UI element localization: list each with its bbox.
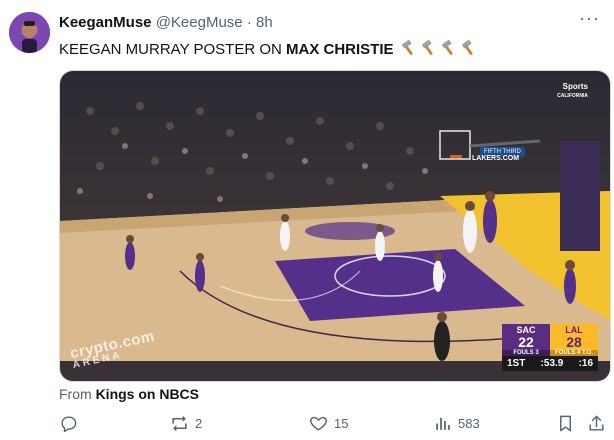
more-options-button[interactable]: ··· — [579, 8, 600, 29]
hammer-icon — [460, 39, 478, 61]
like-count: 15 — [334, 416, 349, 431]
scoreboard-fouls: FOULS 3 FOULS 4 T.O. — [502, 350, 598, 356]
arena-sign: LAKERS.COM — [472, 155, 520, 162]
attribution-source[interactable]: Kings on NBCS — [96, 386, 199, 402]
reply-icon — [61, 416, 77, 433]
video-player[interactable]: Sports CALIFORNIA FIFTH THIRD LAKERS.COM… — [59, 70, 611, 382]
views-count: 583 — [458, 416, 480, 431]
separator-dot: · — [246, 14, 252, 31]
scoreboard: SAC 22 LAL 28 FOULS 3 FOULS 4 T.O. 1ST :… — [502, 324, 598, 371]
period: 1ST — [507, 358, 526, 369]
timestamp[interactable]: 8h — [256, 14, 273, 31]
tweet-text-bold: MAX CHRISTIE — [286, 41, 394, 58]
home-fouls: FOULS 4 T.O. — [550, 350, 598, 356]
network-logo-sub: CALIFORNIA — [557, 93, 588, 99]
display-name[interactable]: KeeganMuse — [59, 14, 152, 31]
tweet-header: KeeganMuse @KeegMuse · 8h — [59, 14, 273, 31]
away-team: SAC 22 — [502, 324, 550, 350]
tweet-text-prefix: KEEGAN MURRAY POSTER ON — [59, 41, 286, 58]
bookmark-button[interactable] — [556, 414, 575, 433]
heart-icon — [310, 416, 327, 431]
hammer-icon — [420, 39, 438, 61]
share-icon — [589, 415, 604, 431]
share-button[interactable] — [587, 414, 606, 433]
avatar[interactable] — [9, 12, 50, 53]
hammer-icon — [440, 39, 458, 61]
clock: :53.9 — [540, 358, 564, 369]
away-fouls: FOULS 3 — [502, 350, 550, 356]
game-clock: 1ST :53.9 :16 — [502, 356, 598, 371]
like-button[interactable]: 15 — [309, 414, 348, 433]
retweet-count: 2 — [195, 416, 203, 431]
attribution-prefix: From — [59, 386, 96, 402]
views-button[interactable]: 583 — [433, 414, 480, 433]
tweet-text: KEEGAN MURRAY POSTER ON MAX CHRISTIE — [59, 39, 478, 61]
reply-button[interactable] — [59, 414, 78, 433]
retweet-button[interactable]: 2 — [170, 414, 202, 433]
tweet-action-bar: 2 15 583 — [59, 414, 604, 438]
network-logo: Sports CALIFORNIA — [557, 83, 588, 99]
user-handle[interactable]: @KeegMuse — [156, 14, 243, 31]
shot-clock: :16 — [578, 358, 593, 369]
home-team-score: 28 — [566, 334, 582, 350]
avatar-image — [9, 12, 50, 53]
away-team-score: 22 — [518, 334, 534, 350]
media-attribution: From Kings on NBCS — [59, 386, 199, 402]
views-icon — [436, 417, 450, 430]
retweet-icon — [172, 415, 187, 432]
network-logo-text: Sports — [562, 82, 588, 91]
hammer-icon — [400, 39, 418, 61]
bookmark-icon — [560, 415, 571, 432]
home-team: LAL 28 — [550, 324, 598, 350]
scoreboard-teams: SAC 22 LAL 28 — [502, 324, 598, 350]
